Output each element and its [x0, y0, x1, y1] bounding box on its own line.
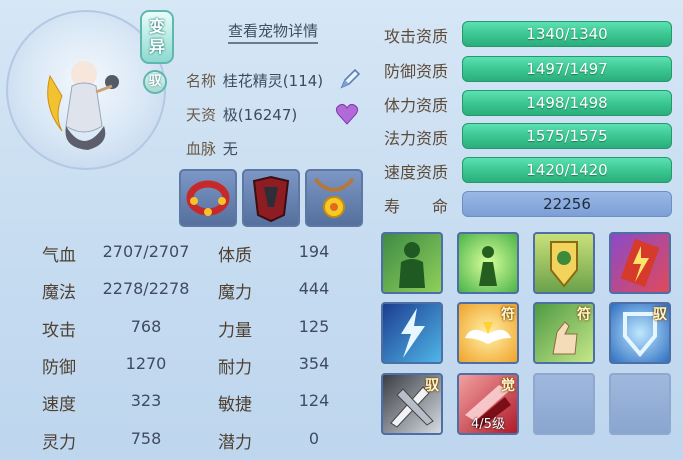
pet-talent-row: 天资 极(16247): [186, 104, 297, 125]
glowing-figure-icon: [479, 246, 497, 286]
empty-skill-slot[interactable]: [533, 373, 595, 435]
stat-value: 323: [130, 391, 162, 410]
mutation-badge: 变异: [140, 10, 174, 64]
stat-label: 气血: [42, 246, 76, 266]
stat-label: 耐力: [218, 358, 252, 378]
pet-portrait-area: 变异 驭: [0, 0, 178, 170]
aptitude-bar: 1420/1420: [462, 157, 672, 183]
equipment-slot-necklace[interactable]: [305, 169, 363, 227]
equipment-slot-collar[interactable]: [179, 169, 237, 227]
talent-label: 天资: [186, 106, 217, 124]
aptitude-speed: 速度资质 1420/1420: [382, 157, 674, 183]
skill-slot[interactable]: 驭: [609, 302, 671, 364]
aptitude-label: 法力资质: [384, 129, 449, 148]
stat-value: 1270: [125, 354, 167, 373]
red-collar-icon: [186, 180, 230, 216]
skill-level: 4/5级: [471, 417, 505, 432]
stat-value: 124: [298, 391, 330, 410]
view-pet-details-link[interactable]: 查看宠物详情: [228, 20, 319, 44]
aptitude-magic: 法力资质 1575/1575: [382, 123, 674, 149]
skill-slot[interactable]: [609, 232, 671, 294]
stat-label: 魔法: [42, 283, 76, 303]
name-label: 名称: [186, 72, 217, 90]
lifespan-row: 寿 命 22256: [382, 191, 674, 217]
skill-slot[interactable]: 驭: [381, 373, 443, 435]
blood-value: 无: [222, 140, 238, 158]
stat-label: 速度: [42, 395, 76, 415]
stat-value: 758: [130, 429, 162, 448]
stat-label: 敏捷: [218, 395, 252, 415]
aptitude-label: 体力资质: [384, 96, 449, 115]
aptitude-bar: 1498/1498: [462, 90, 672, 116]
blue-lightning-icon: [401, 308, 425, 358]
stat-label: 潜力: [218, 433, 252, 453]
heart-icon[interactable]: [335, 103, 359, 125]
rename-pen-icon[interactable]: [338, 67, 362, 91]
shield-emblem-icon: [550, 241, 578, 288]
stat-value: 444: [298, 279, 330, 298]
skill-slot[interactable]: [381, 232, 443, 294]
stat-value: 354: [298, 354, 330, 373]
skill-tag: 驭: [653, 307, 667, 323]
stat-label: 力量: [218, 321, 252, 341]
skill-slot[interactable]: [381, 302, 443, 364]
aptitude-label: 速度资质: [384, 163, 449, 182]
aptitude-attack: 攻击资质 1340/1340: [382, 21, 674, 47]
pet-stats-panel: 气血 2707/2707 体质 194 魔法 2278/2278 魔力 444 …: [0, 232, 376, 460]
stat-label: 灵力: [42, 433, 76, 453]
stat-value: 194: [298, 242, 330, 261]
skill-tag: 驭: [425, 378, 439, 394]
stat-label: 攻击: [42, 321, 76, 341]
stat-label: 防御: [42, 358, 76, 378]
blood-label: 血脉: [186, 140, 217, 158]
aptitude-bar: 1497/1497: [462, 56, 672, 82]
skill-tag: 符: [501, 307, 515, 323]
green-body-icon: [399, 242, 425, 288]
skill-tag: 符: [577, 307, 591, 323]
aptitude-label: 攻击资质: [384, 27, 449, 46]
crimson-armor-icon: [252, 175, 290, 223]
skill-tag: 觉: [501, 378, 515, 394]
pet-blood-row: 血脉 无: [186, 138, 238, 159]
stat-value: 125: [298, 317, 330, 336]
stat-value: 768: [130, 317, 162, 336]
stat-label: 魔力: [218, 283, 252, 303]
pet-name-row: 名称 桂花精灵(114): [186, 70, 323, 91]
equipment-slot-armor[interactable]: [242, 169, 300, 227]
aptitude-label: 防御资质: [384, 62, 449, 81]
aptitude-defense: 防御资质 1497/1497: [382, 56, 674, 82]
skill-slot[interactable]: [533, 232, 595, 294]
aptitude-bar: 1575/1575: [462, 123, 672, 149]
lightning-scroll-icon: [620, 238, 660, 288]
aptitude-stamina: 体力资质 1498/1498: [382, 90, 674, 116]
lifespan-label: 寿 命: [384, 197, 449, 216]
empty-skill-slot[interactable]: [609, 373, 671, 435]
lifespan-bar: 22256: [462, 191, 672, 217]
tame-badge: 驭: [143, 70, 167, 94]
skill-slot[interactable]: 符: [457, 302, 519, 364]
stat-label: 体质: [218, 246, 252, 266]
stat-value: 2707/2707: [102, 242, 190, 261]
stat-value: 0: [308, 429, 320, 448]
pet-figure-icon: [47, 56, 119, 150]
stat-value: 2278/2278: [102, 279, 190, 298]
aptitude-bar: 1340/1340: [462, 21, 672, 47]
skill-slot[interactable]: 觉 4/5级: [457, 373, 519, 435]
pet-name-value: 桂花精灵(114): [222, 72, 324, 90]
skill-slot[interactable]: 符: [533, 302, 595, 364]
sun-necklace-icon: [313, 177, 355, 218]
talent-value: 极(16247): [222, 106, 298, 124]
skill-slot[interactable]: [457, 232, 519, 294]
skill-grid: 符 符 驭 驭 觉 4/5级: [379, 232, 679, 440]
